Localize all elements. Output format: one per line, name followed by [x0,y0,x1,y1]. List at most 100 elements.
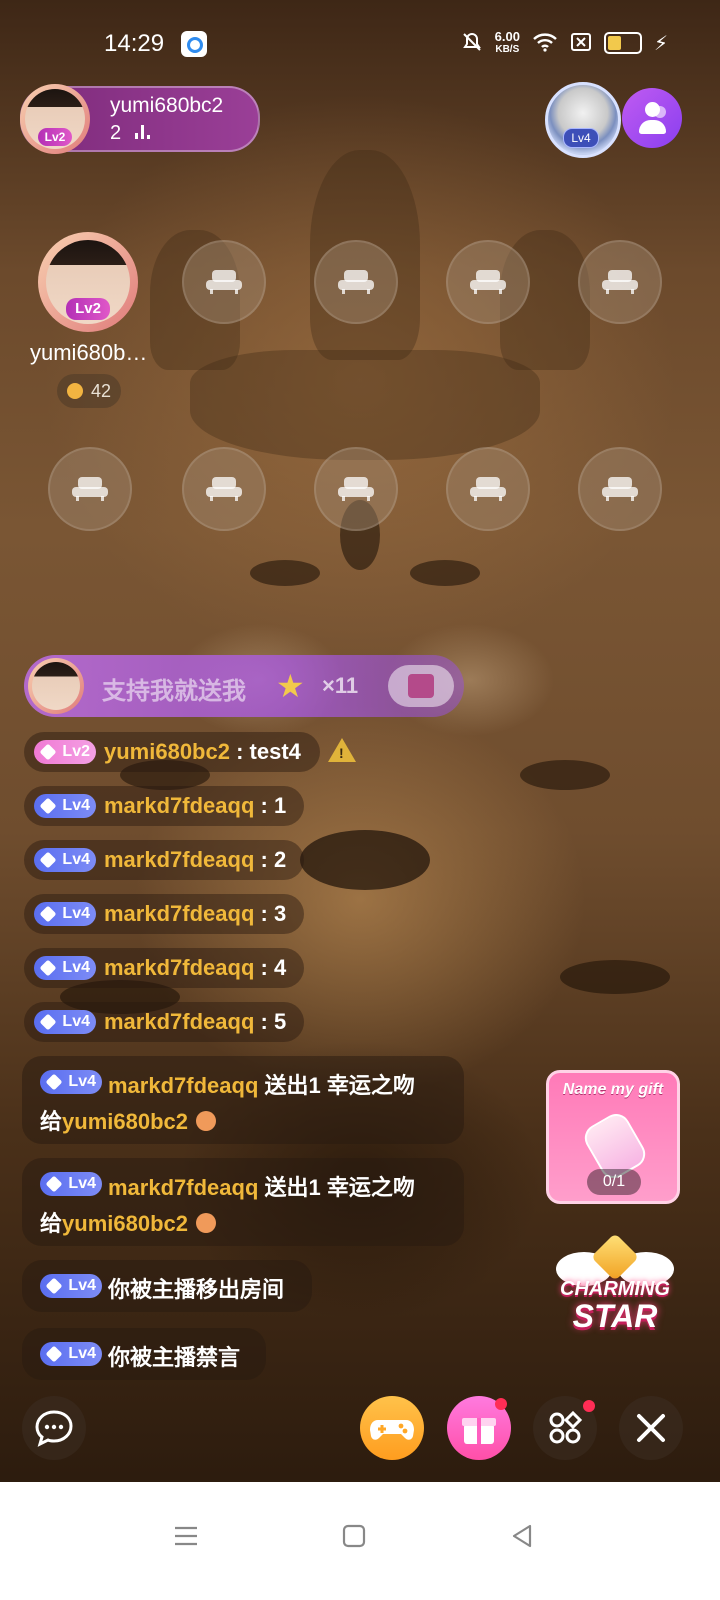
gift-badge-dot [495,1398,507,1410]
gift-recipient[interactable]: yumi680bc2 [62,1109,188,1134]
level-chip: Lv4 [34,902,96,926]
gift-button[interactable] [447,1396,511,1460]
chat-username[interactable]: markd7fdeaqq [104,955,254,980]
kiss-gift-icon [195,1111,216,1131]
system-notice-text: 你被主播移出房间 [108,1277,285,1302]
diamond-icon [39,743,57,761]
seat-5[interactable] [48,447,132,531]
home-icon[interactable] [340,1522,368,1550]
chat-username[interactable]: markd7fdeaqq [104,847,254,872]
sofa-seat-icon [602,270,638,294]
tiger-stripe [560,960,670,994]
diamond-icon [45,1277,63,1295]
coin-count: 42 [90,381,111,401]
seat-8[interactable] [446,447,530,531]
chat-button[interactable] [22,1396,86,1460]
banner-avatar [28,658,84,714]
host-seat-avatar[interactable]: Lv2 [38,232,138,332]
seat-7[interactable] [314,447,398,531]
seat-1[interactable] [182,240,266,324]
diamond-icon [39,851,57,869]
host-name: yumi680bc2 [110,94,224,117]
chat-text: yumi680bc2 : test4 [104,739,301,765]
seat-9[interactable] [578,447,662,531]
status-indicators: 6.00 KB/S ⚡ [461,30,668,56]
name-gift-title: Name my gift [562,1081,664,1098]
seat-4[interactable] [578,240,662,324]
level-chip: Lv4 [34,1010,96,1034]
star-title: STAR [572,1298,658,1334]
chat-message: Lv4 markd7fdeaqq : 1 [24,786,304,826]
chat-separator: : [254,901,274,926]
leave-room-button[interactable] [619,1396,683,1460]
coin-icon [67,383,83,399]
gift-action: 送出1 幸运之吻 [264,1175,415,1200]
gift-sender[interactable]: markd7fdeaqq [108,1073,258,1098]
chat-username[interactable]: markd7fdeaqq [104,901,254,926]
sofa-seat-icon [206,270,242,294]
app-notification-icon [181,31,207,57]
more-apps-button[interactable] [533,1396,597,1460]
chat-separator: : [254,793,274,818]
host-seat-level: Lv2 [66,298,110,320]
level-chip: Lv4 [40,1070,102,1094]
gift-recipient[interactable]: yumi680bc2 [62,1211,188,1236]
kiss-gift-icon [195,1213,216,1233]
chat-username[interactable]: yumi680bc2 [104,739,230,764]
chat-separator: : [254,1009,274,1034]
battery-icon [603,32,642,54]
diamond-icon [39,797,57,815]
audience-list-button[interactable] [622,88,682,148]
gift-action: 送出1 幸运之吻 [264,1073,415,1098]
gift-sender[interactable]: markd7fdeaqq [108,1175,258,1200]
tiger-stripe [410,560,480,586]
seat-6[interactable] [182,447,266,531]
seat-3[interactable] [446,240,530,324]
seat-2[interactable] [314,240,398,324]
system-notice: Lv4 你被主播禁言 [22,1328,266,1380]
charming-star-promo[interactable]: CHARMING STAR [552,1232,678,1342]
chat-body: 4 [273,955,287,980]
gift-notice-line1: markd7fdeaqq 送出1 幸运之吻 [108,1068,415,1100]
crown-band [190,350,540,460]
gamepad-icon [370,1420,414,1440]
chat-separator: : [254,847,274,872]
chat-username[interactable]: markd7fdeaqq [104,1009,254,1034]
chat-text: markd7fdeaqq : 5 [104,1009,286,1035]
sofa-seat-icon [470,270,506,294]
diamond-icon [39,1013,57,1031]
chat-text: markd7fdeaqq : 2 [104,847,286,873]
tiger-stripe [250,560,320,586]
back-icon[interactable] [508,1522,536,1550]
chat-username[interactable]: markd7fdeaqq [104,793,254,818]
sofa-seat-icon [602,477,638,501]
games-button[interactable] [360,1396,424,1460]
room-rank-level: Lv4 [563,128,599,148]
host-avatar[interactable]: Lv2 [20,84,90,154]
viewer-count-value: 2 [110,122,122,144]
gift-task-banner[interactable]: 支持我就送我 ★ ×11 [24,655,464,717]
gift-notice: Lv4 markd7fdeaqq 送出1 幸运之吻 给yumi680bc2 [22,1056,464,1144]
sim-icon [570,32,592,55]
chat-bubble-icon [35,1410,73,1447]
host-info-pill[interactable]: Lv2 yumi680bc2 2 [20,84,260,154]
host-level-badge: Lv2 [38,128,72,146]
gift-notice-line2: 给yumi680bc2 [40,1104,216,1136]
system-navigation-bar [0,1482,720,1600]
sofa-seat-icon [338,270,374,294]
send-gift-icon[interactable] [388,665,454,707]
name-my-gift-promo[interactable]: Name my gift 0/1 [546,1070,680,1204]
sofa-seat-icon [206,477,242,501]
menu-icon[interactable] [172,1522,200,1550]
chat-separator: : [254,955,274,980]
network-speed: 6.00 KB/S [495,30,520,56]
apps-badge-dot [583,1400,595,1412]
host-seat-coins: 42 [57,374,121,408]
gift-multiplier: ×11 [322,673,359,698]
chat-body: 3 [273,901,287,926]
wifi-icon [532,32,558,55]
diamond-icon [39,905,57,923]
network-speed-value: 6.00 [494,29,520,44]
chat-text: markd7fdeaqq : 3 [104,901,286,927]
gift-banner-text: 支持我就送我 [102,678,246,705]
